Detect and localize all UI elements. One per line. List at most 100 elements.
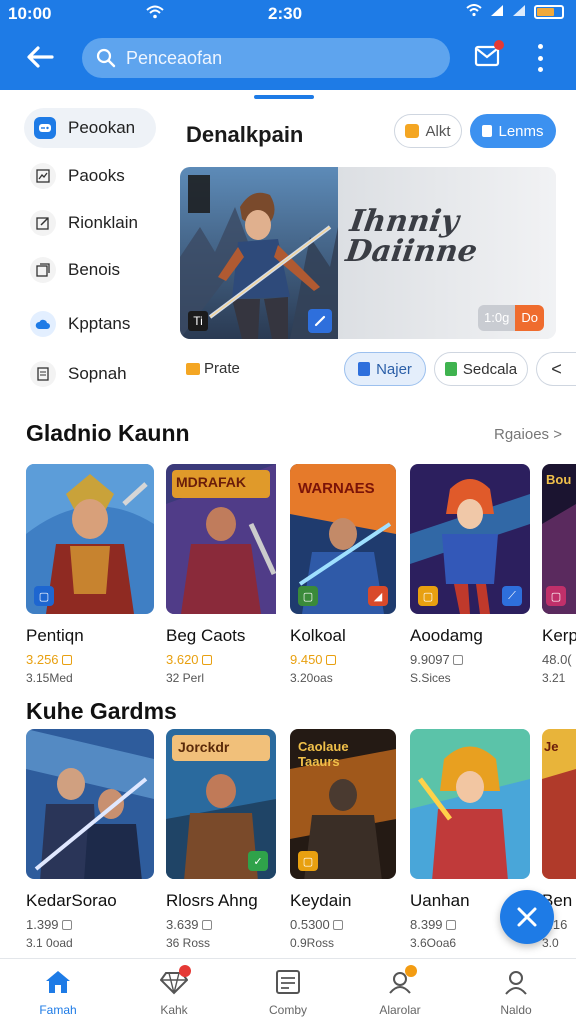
dot [537, 44, 543, 49]
game-banner-text: Jorckdr [178, 739, 230, 755]
featured-banner[interactable]: Ihnniy Daiinne Ti 1:0g Do [180, 167, 556, 339]
nav-label: Comby [268, 1003, 307, 1017]
nav-item-gem[interactable]: Kahk [134, 965, 214, 1017]
nav-label: Alarolar [379, 1003, 421, 1017]
more-options-button[interactable] [530, 44, 550, 72]
sidebar-item-label: Paooks [68, 166, 125, 185]
game-card[interactable]: Bou ▢ Kerp 48.0( 3.21 [542, 464, 576, 685]
gem-icon [159, 965, 191, 997]
game-name: Beg Caots [166, 626, 246, 645]
game-price-value: 3.620 [166, 652, 199, 667]
chip-alt-button[interactable]: Alkt [394, 114, 462, 148]
platform-icon: ▢ [298, 851, 318, 871]
game-meta: 3.15Med [26, 671, 73, 685]
sidebar-item-3[interactable]: Benois [24, 250, 156, 290]
banner-logo-line: Daiinne [343, 234, 480, 269]
game-thumbnail: MDRAFAK [166, 464, 294, 614]
game-price: 3.639 [166, 917, 296, 932]
sidebar-item-label: Peookan [68, 118, 136, 137]
schedule-icon [444, 362, 457, 376]
see-all-link[interactable]: Rgaioes > [494, 426, 562, 443]
game-card[interactable]: WARNAES ▢ ◢ Kolkoal 9.450 3.20oas [290, 464, 420, 685]
nav-item-list[interactable]: Comby [248, 967, 328, 1017]
app-bar: 10:00 2:30 [0, 0, 576, 90]
game-price-value: 1.399 [26, 917, 59, 932]
game-price-value: 3.256 [26, 652, 59, 667]
close-fab-button[interactable] [500, 890, 554, 944]
banner-logo: Ihnniy Daiinne [343, 204, 483, 269]
game-card[interactable]: MDRAFAK Beg Caots 3.620 32 Perl [166, 464, 296, 685]
game-meta: 36 Ross [166, 936, 211, 950]
sidebar-item-2[interactable]: Rionklain [24, 203, 156, 243]
search-input[interactable] [126, 47, 426, 69]
nav-label: Kahk [160, 1003, 188, 1017]
banner-badge: Ti [188, 311, 208, 331]
sidebar-item-label: Benois [68, 260, 120, 279]
sidebar-item-label: Rionklain [68, 213, 138, 232]
sidebar-item-5[interactable]: Sopnah [24, 354, 156, 394]
sidebar-item-4[interactable]: Kpptans [24, 304, 156, 344]
game-name: Kolkoal [290, 626, 346, 645]
chip-primary-button[interactable]: Lenms [470, 114, 556, 148]
game-card[interactable]: KedarSorao 1.399 3.1 0oad [26, 729, 156, 950]
price-old: 1:0g [478, 305, 516, 331]
game-meta: 32 Perl [166, 671, 205, 685]
back-button[interactable] [20, 40, 60, 74]
game-name: Aoodamg [410, 626, 483, 645]
banner-price-tag[interactable]: 1:0g Do [478, 305, 544, 331]
battery-icon [534, 5, 564, 19]
link-icon: ⟋ [502, 586, 522, 606]
banner-logo-line: Ihnniy [347, 204, 461, 239]
game-card[interactable]: ▢ ⟋ Aoodamg 9.9097 S.Sices [410, 464, 540, 685]
scroll-left-button[interactable]: < [536, 352, 576, 386]
list-icon [273, 967, 303, 997]
game-name: KedarSorao [26, 891, 117, 910]
sidebar-item-0[interactable]: Peookan [24, 108, 156, 148]
game-meta: 3.20oas [290, 671, 333, 685]
coin-icon [201, 919, 212, 930]
game-thumbnail: ▢ [26, 464, 154, 614]
tag-icon [186, 362, 200, 375]
nav-item-home[interactable]: Famah [18, 967, 98, 1017]
game-card[interactable]: Caolaue Taaurs ▢ Keydain 0.5300 0.9Ross [290, 729, 420, 950]
game-card[interactable]: Jorckdr ✓ Rlosrs Ahng 3.639 36 Ross [166, 729, 296, 950]
game-meta: S.Sices [410, 671, 451, 685]
search-bar[interactable] [82, 38, 450, 78]
price-new: Do [515, 305, 544, 331]
game-thumbnail [410, 729, 530, 879]
game-thumbnail: Bou ▢ [542, 464, 576, 614]
pill-label: Najer [376, 360, 412, 378]
coin-icon [325, 654, 336, 665]
game-name: Kerp [542, 626, 576, 645]
game-banner-text: Caolaue Taaurs [298, 739, 349, 769]
wifi-icon [146, 5, 164, 23]
chip-alt-label: Alkt [425, 122, 451, 140]
game-thumbnail: Jorckdr ✓ [166, 729, 276, 879]
game-name: Pentiqn [26, 626, 84, 645]
nav-item-person[interactable]: Naldo [476, 967, 556, 1017]
controller-icon [34, 117, 56, 139]
edit-icon [30, 210, 56, 236]
link-icon [308, 309, 332, 333]
game-price-value: 9.9097 [410, 652, 450, 667]
coin-icon [201, 654, 212, 665]
schedule-pill-button[interactable]: Sedcala [434, 352, 528, 386]
player-pill-button[interactable]: Najer [344, 352, 426, 386]
profile-pin-icon [385, 965, 417, 997]
game-meta: 3.21 [542, 671, 566, 685]
featured-title: Denalkpain [186, 122, 304, 147]
nav-item-profile-pin[interactable]: Alarolar [360, 965, 440, 1017]
notification-badge [179, 965, 191, 977]
game-thumbnail: Je [542, 729, 576, 879]
platform-icon: ▢ [418, 586, 438, 606]
game-meta: 3.0 [542, 936, 559, 950]
nav-label: Naldo [500, 1003, 532, 1017]
sidebar-item-1[interactable]: Paooks [24, 156, 156, 196]
status-bar: 10:00 2:30 [0, 0, 576, 28]
game-card[interactable]: ▢ Pentiqn 3.256 3.15Med [26, 464, 156, 685]
status-time-left: 10:00 [8, 4, 52, 23]
dot [537, 67, 543, 72]
pill-label: Sedcala [462, 360, 518, 378]
chevron-left-icon: < [551, 358, 562, 379]
notification-badge [405, 965, 417, 977]
